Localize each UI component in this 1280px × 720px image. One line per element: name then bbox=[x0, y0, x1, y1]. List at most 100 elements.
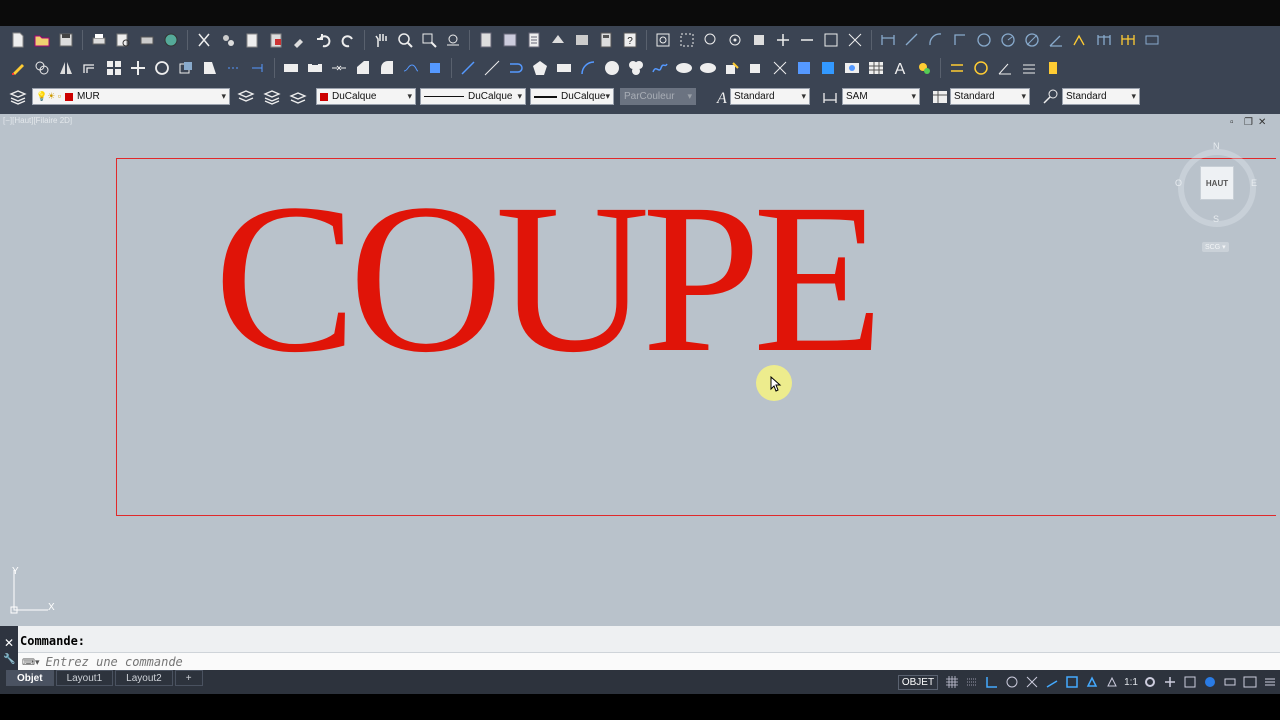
construction-line-icon[interactable] bbox=[483, 59, 501, 77]
insert-block-icon[interactable] bbox=[723, 59, 741, 77]
customization-icon[interactable] bbox=[1263, 675, 1277, 689]
revcloud-icon[interactable] bbox=[627, 59, 645, 77]
polyline-icon[interactable] bbox=[507, 59, 525, 77]
table-style-icon[interactable] bbox=[931, 88, 949, 106]
preview-icon[interactable] bbox=[114, 31, 132, 49]
mtext-icon[interactable]: A bbox=[891, 59, 909, 77]
plot-icon[interactable] bbox=[138, 31, 156, 49]
make-current-layer-icon[interactable] bbox=[237, 88, 255, 106]
dim-angular-icon[interactable] bbox=[996, 59, 1014, 77]
offset-icon[interactable] bbox=[81, 59, 99, 77]
gradient-icon[interactable] bbox=[819, 59, 837, 77]
blend-icon[interactable] bbox=[402, 59, 420, 77]
command-line-handle[interactable]: ✕ 🔧 bbox=[0, 626, 18, 670]
matchprop-icon[interactable] bbox=[291, 31, 309, 49]
trim-icon[interactable] bbox=[225, 59, 243, 77]
arc-icon[interactable] bbox=[579, 59, 597, 77]
isolate-icon[interactable] bbox=[1203, 675, 1217, 689]
dim-style-dropdown[interactable]: SAM ▾ bbox=[842, 88, 920, 105]
print-icon[interactable] bbox=[90, 31, 108, 49]
ordinate-dim-icon[interactable] bbox=[951, 31, 969, 49]
polar-icon[interactable] bbox=[1005, 675, 1019, 689]
extend-icon[interactable] bbox=[249, 59, 267, 77]
redo-icon[interactable] bbox=[339, 31, 357, 49]
pan-icon[interactable] bbox=[372, 31, 390, 49]
ortho-icon[interactable] bbox=[985, 675, 999, 689]
command-prompt-icon[interactable]: ⌨▾ bbox=[22, 657, 40, 668]
grid-icon[interactable] bbox=[945, 675, 959, 689]
drawing-viewport[interactable]: [−][Haut][Filaire 2D] ▫ ❐ ✕ COUPE HAUT N… bbox=[0, 114, 1280, 626]
table-icon[interactable] bbox=[867, 59, 885, 77]
open-icon[interactable] bbox=[33, 31, 51, 49]
paste-special-icon[interactable] bbox=[267, 31, 285, 49]
circle-icon[interactable] bbox=[603, 59, 621, 77]
baseline-dim-icon[interactable] bbox=[1095, 31, 1113, 49]
annotation-visibility-icon[interactable] bbox=[1085, 675, 1099, 689]
tab-model[interactable]: Objet bbox=[6, 670, 54, 686]
zoom-extents2-icon[interactable] bbox=[846, 31, 864, 49]
zoom-all-icon[interactable] bbox=[822, 31, 840, 49]
break-icon[interactable] bbox=[306, 59, 324, 77]
stretch-icon[interactable] bbox=[201, 59, 219, 77]
dim-radius-icon[interactable] bbox=[972, 59, 990, 77]
close-icon[interactable]: ✕ bbox=[4, 636, 14, 650]
move-icon[interactable] bbox=[129, 59, 147, 77]
line-icon[interactable] bbox=[459, 59, 477, 77]
zoom-dynamic-icon[interactable] bbox=[678, 31, 696, 49]
drawing-text-coupe[interactable]: COUPE bbox=[214, 172, 884, 386]
calculator-icon[interactable] bbox=[597, 31, 615, 49]
quick-dim-icon[interactable] bbox=[1071, 31, 1089, 49]
model-space-button[interactable]: OBJET bbox=[897, 674, 939, 690]
compass-west[interactable]: O bbox=[1175, 178, 1182, 188]
undo-icon[interactable] bbox=[315, 31, 333, 49]
save-icon[interactable] bbox=[57, 31, 75, 49]
zoom-extents-icon[interactable] bbox=[654, 31, 672, 49]
point-icon[interactable] bbox=[771, 59, 789, 77]
ellipse-arc-icon[interactable] bbox=[699, 59, 717, 77]
copy-icon[interactable] bbox=[219, 31, 237, 49]
erase-icon[interactable] bbox=[9, 59, 27, 77]
array-icon[interactable] bbox=[105, 59, 123, 77]
add-layout-button[interactable]: + bbox=[174, 670, 203, 686]
copy-object-icon[interactable] bbox=[33, 59, 51, 77]
layer-previous-icon[interactable] bbox=[263, 88, 281, 106]
zoom-scale-icon[interactable] bbox=[702, 31, 720, 49]
make-block-icon[interactable] bbox=[747, 59, 765, 77]
tolerance-icon[interactable] bbox=[1143, 31, 1161, 49]
rotate-icon[interactable] bbox=[153, 59, 171, 77]
rectangle-icon[interactable] bbox=[282, 59, 300, 77]
color-dropdown[interactable]: DuCalque ▾ bbox=[316, 88, 416, 105]
zoom-object-icon[interactable] bbox=[750, 31, 768, 49]
osnap-icon[interactable] bbox=[1045, 675, 1059, 689]
dim-style-icon[interactable] bbox=[821, 88, 839, 106]
zoom-center-icon[interactable] bbox=[726, 31, 744, 49]
fillet-icon[interactable] bbox=[378, 59, 396, 77]
command-input-row[interactable]: ⌨▾ bbox=[18, 652, 1280, 671]
wcs-menu[interactable]: SCG ▾ bbox=[1202, 242, 1229, 252]
compass-south[interactable]: S bbox=[1213, 214, 1219, 224]
zoom-previous-icon[interactable] bbox=[444, 31, 462, 49]
mirror-icon[interactable] bbox=[57, 59, 75, 77]
command-input[interactable] bbox=[43, 655, 1146, 669]
diameter-dim-icon[interactable] bbox=[1023, 31, 1041, 49]
publish-icon[interactable] bbox=[162, 31, 180, 49]
otrack-icon[interactable] bbox=[1065, 675, 1079, 689]
jogged-dim-icon[interactable] bbox=[999, 31, 1017, 49]
lineweight-dropdown[interactable]: DuCalque ▾ bbox=[530, 88, 614, 105]
tab-layout2[interactable]: Layout2 bbox=[115, 670, 173, 686]
mleader-style-dropdown[interactable]: Standard ▾ bbox=[1062, 88, 1140, 105]
hatch-icon[interactable] bbox=[795, 59, 813, 77]
isodraft-icon[interactable] bbox=[1025, 675, 1039, 689]
spline-icon[interactable] bbox=[651, 59, 669, 77]
viewcube-face-top[interactable]: HAUT bbox=[1200, 166, 1234, 200]
dim-update-icon[interactable] bbox=[1044, 59, 1062, 77]
text-style-dropdown[interactable]: Standard ▾ bbox=[730, 88, 810, 105]
gear-icon[interactable] bbox=[1143, 675, 1157, 689]
designcenter-icon[interactable] bbox=[501, 31, 519, 49]
workspace-icon[interactable] bbox=[1183, 675, 1197, 689]
join-icon[interactable] bbox=[330, 59, 348, 77]
help-icon[interactable]: ? bbox=[621, 31, 639, 49]
text-style-icon[interactable]: A bbox=[709, 88, 727, 106]
new-icon[interactable] bbox=[9, 31, 27, 49]
clean-screen-icon[interactable] bbox=[1243, 675, 1257, 689]
